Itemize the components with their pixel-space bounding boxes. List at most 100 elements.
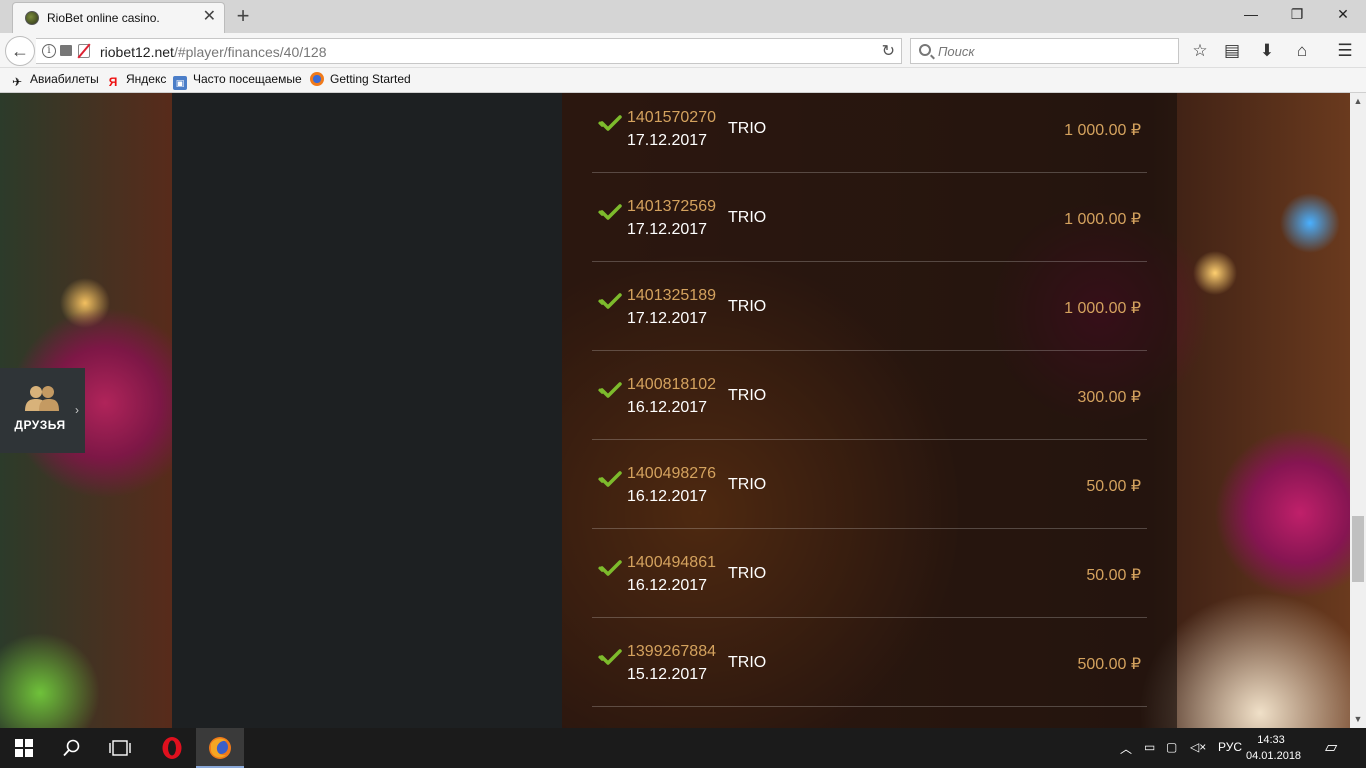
firefox-icon [209, 737, 231, 759]
tab-strip: RioBet online casino. ✕ + — ❐ ✕ [0, 0, 1366, 33]
new-tab-button[interactable]: + [232, 3, 254, 29]
navigation-bar: ← i riobet12.net/#player/finances/40/128… [0, 33, 1366, 68]
clock-time: 14:33 [1257, 734, 1285, 746]
insecure-lock-icon[interactable] [78, 44, 90, 58]
transaction-row[interactable]: 1400494861 16.12.2017 TRIO 50.00 ₽ [592, 529, 1147, 618]
transaction-id: 1400494861 [627, 554, 716, 571]
transaction-amount: 1 000.00 ₽ [1064, 211, 1141, 228]
transaction-date: 16.12.2017 [627, 577, 708, 594]
bookmarks-toolbar: ✈ Авиабилеты Я Яндекс ▣ Часто посещаемые Ge… [0, 68, 1366, 93]
windows-logo-icon [15, 739, 33, 757]
payment-method: TRIO [728, 298, 767, 315]
url-text[interactable]: riobet12.net/#player/finances/40/128 [100, 44, 327, 60]
firefox-icon [310, 72, 324, 86]
transaction-row[interactable]: 1401372569 17.12.2017 TRIO 1 000.00 ₽ [592, 173, 1147, 262]
close-tab-icon[interactable]: ✕ [203, 8, 216, 26]
address-bar[interactable]: i riobet12.net/#player/finances/40/128 ↻ [36, 38, 902, 64]
opera-icon [162, 737, 182, 759]
maximize-button[interactable]: ❐ [1282, 4, 1312, 24]
transaction-id: 1400818102 [627, 376, 716, 393]
transaction-date: 16.12.2017 [627, 399, 708, 416]
check-icon [600, 204, 622, 220]
friends-icon [25, 386, 59, 411]
transaction-id: 1400498276 [627, 465, 716, 482]
check-icon [600, 560, 622, 576]
transaction-date: 16.12.2017 [627, 488, 708, 505]
casino-page: 1401570270 17.12.2017 TRIO 1 000.00 ₽ 14… [0, 93, 1350, 728]
bookmark-getting-started[interactable]: Getting Started [310, 72, 411, 86]
check-icon [600, 293, 622, 309]
reading-list-icon[interactable]: ▤ [1220, 39, 1244, 63]
minimize-button[interactable]: — [1236, 4, 1266, 24]
transaction-row[interactable]: 1399267884 15.12.2017 TRIO 500.00 ₽ [592, 618, 1147, 707]
opera-taskbar-button[interactable] [148, 728, 196, 768]
transaction-date: 15.12.2017 [627, 666, 708, 683]
task-view-button[interactable] [96, 728, 144, 768]
transaction-date: 17.12.2017 [627, 221, 708, 238]
payment-method: TRIO [728, 120, 767, 137]
transaction-id: 1401570270 [627, 109, 716, 126]
friends-widget[interactable]: ДРУЗЬЯ › [0, 368, 85, 453]
bookmark-label: Авиабилеты [30, 72, 99, 86]
bookmark-frequent[interactable]: ▣ Часто посещаемые [173, 72, 302, 90]
transaction-date: 17.12.2017 [627, 132, 708, 149]
transaction-row[interactable]: 1400818102 16.12.2017 TRIO 300.00 ₽ [592, 351, 1147, 440]
action-center-icon[interactable]: ▱ [1325, 737, 1337, 757]
check-icon [600, 649, 622, 665]
folder-icon: ▣ [173, 76, 187, 90]
show-hidden-icons-chevron-icon[interactable]: ︿ [1120, 740, 1132, 757]
search-taskbar-button[interactable] [48, 728, 96, 768]
scroll-down-arrow-icon[interactable]: ▼ [1350, 711, 1366, 728]
windows-taskbar: ︿ ▭ ▢ ◁× РУС 14:33 04.01.2018 ▱ [0, 728, 1366, 768]
search-placeholder: Поиск [938, 44, 975, 59]
bookmark-star-icon[interactable]: ☆ [1188, 39, 1212, 63]
scroll-thumb[interactable] [1352, 516, 1364, 582]
menu-icon[interactable]: ☰ [1333, 39, 1357, 63]
home-icon[interactable]: ⌂ [1290, 39, 1314, 63]
transaction-amount: 300.00 ₽ [1077, 389, 1141, 406]
transaction-row[interactable]: 1400498276 16.12.2017 TRIO 50.00 ₽ [592, 440, 1147, 529]
network-icon[interactable]: ▢ [1166, 740, 1177, 754]
close-window-button[interactable]: ✕ [1328, 4, 1358, 24]
info-icon[interactable]: i [42, 44, 56, 58]
bookmark-label: Часто посещаемые [193, 72, 302, 86]
page-scrollbar[interactable]: ▲ ▼ [1350, 93, 1366, 728]
transaction-amount: 1 000.00 ₽ [1064, 300, 1141, 317]
url-domain: riobet12.net [100, 44, 174, 60]
battery-icon[interactable]: ▭ [1144, 740, 1155, 754]
system-clock[interactable]: 14:33 04.01.2018 [1246, 732, 1301, 764]
tab-title: RioBet online casino. [47, 11, 160, 25]
payment-method: TRIO [728, 209, 767, 226]
check-icon [600, 382, 622, 398]
volume-muted-icon[interactable]: ◁× [1190, 740, 1206, 754]
reload-icon[interactable]: ↻ [882, 41, 895, 61]
transaction-amount: 1 000.00 ₽ [1064, 122, 1141, 139]
page-icon [60, 45, 72, 56]
account-sidebar [172, 93, 562, 728]
search-icon [63, 739, 80, 757]
transaction-id: 1401372569 [627, 198, 716, 215]
search-input[interactable]: Поиск [910, 38, 1179, 64]
download-icon[interactable]: ⬇ [1255, 39, 1279, 63]
bookmark-aviabilety[interactable]: ✈ Авиабилеты [10, 72, 99, 89]
transaction-id: 1401325189 [627, 287, 716, 304]
transaction-amount: 500.00 ₽ [1077, 656, 1141, 673]
plane-icon: ✈ [11, 75, 23, 89]
check-icon [600, 471, 622, 487]
browser-tab[interactable]: RioBet online casino. ✕ [12, 2, 225, 33]
transaction-date: 17.12.2017 [627, 310, 708, 327]
chevron-right-icon: › [75, 403, 79, 417]
language-indicator[interactable]: РУС [1218, 740, 1242, 754]
search-icon [919, 44, 931, 56]
transaction-id: 1399267884 [627, 643, 716, 660]
back-button[interactable]: ← [5, 36, 35, 66]
scroll-up-arrow-icon[interactable]: ▲ [1350, 93, 1366, 110]
transaction-row[interactable]: 1401570270 17.12.2017 TRIO 1 000.00 ₽ [592, 93, 1147, 173]
payment-method: TRIO [728, 565, 767, 582]
friends-label: ДРУЗЬЯ [14, 418, 66, 432]
transaction-row[interactable]: 1401325189 17.12.2017 TRIO 1 000.00 ₽ [592, 262, 1147, 351]
firefox-taskbar-button[interactable] [196, 728, 244, 768]
site-favicon-icon [25, 11, 39, 25]
start-button[interactable] [0, 728, 48, 768]
bookmark-yandex[interactable]: Я Яндекс [106, 72, 167, 89]
